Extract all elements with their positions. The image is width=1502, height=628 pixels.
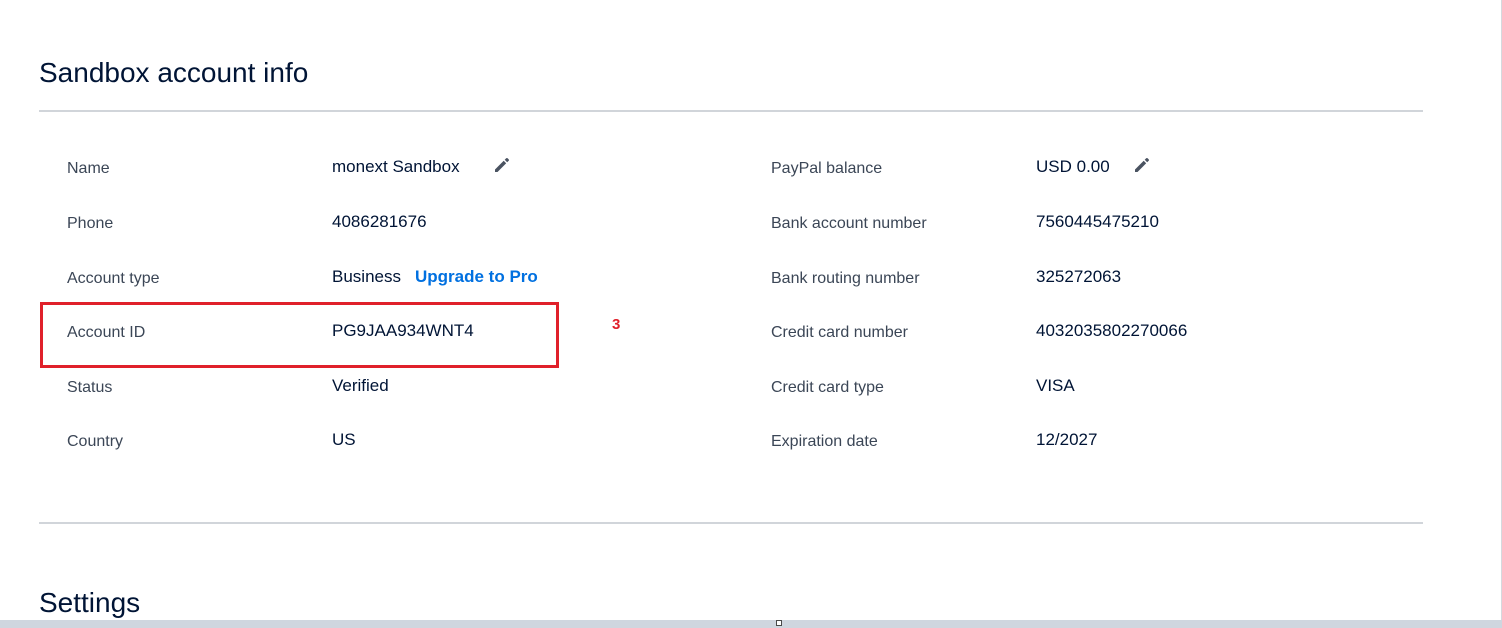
phone-label: Phone bbox=[67, 215, 114, 232]
page: Sandbox account info Name monext Sandbox… bbox=[0, 0, 1502, 628]
credit-card-type-label: Credit card type bbox=[771, 379, 884, 396]
divider-bottom bbox=[39, 522, 1423, 524]
bank-account-number-label: Bank account number bbox=[771, 215, 927, 232]
country-label: Country bbox=[67, 433, 124, 450]
upgrade-to-pro-link[interactable]: Upgrade to Pro bbox=[415, 268, 538, 285]
section-title-account-info: Sandbox account info bbox=[39, 57, 309, 88]
bank-account-number-value: 7560445475210 bbox=[1036, 212, 1159, 231]
edit-balance-pencil-icon[interactable] bbox=[1132, 155, 1152, 175]
pencil-icon bbox=[495, 158, 509, 172]
account-type-value: Business bbox=[332, 267, 401, 286]
account-id-label: Account ID bbox=[67, 324, 146, 341]
name-value: monext Sandbox bbox=[332, 157, 460, 176]
pencil-icon bbox=[1135, 158, 1149, 172]
country-value: US bbox=[332, 430, 356, 449]
expiration-date-value: 12/2027 bbox=[1036, 430, 1098, 449]
status-value: Verified bbox=[332, 376, 389, 395]
paypal-balance-value: USD 0.00 bbox=[1036, 157, 1110, 176]
account-id-value: PG9JAA934WNT4 bbox=[332, 321, 474, 340]
status-label: Status bbox=[67, 379, 113, 396]
credit-card-number-value: 4032035802270066 bbox=[1036, 321, 1188, 340]
paypal-balance-label: PayPal balance bbox=[771, 160, 883, 177]
annotation-number: 3 bbox=[612, 316, 621, 333]
account-type-label: Account type bbox=[67, 270, 160, 287]
credit-card-number-label: Credit card number bbox=[771, 324, 908, 341]
divider-top bbox=[39, 110, 1423, 112]
bank-routing-number-label: Bank routing number bbox=[771, 270, 920, 287]
name-label: Name bbox=[67, 160, 110, 177]
edit-name-pencil-icon[interactable] bbox=[492, 155, 512, 175]
window-bottom-edge bbox=[0, 620, 1502, 628]
credit-card-type-value: VISA bbox=[1036, 376, 1075, 395]
section-title-settings: Settings bbox=[39, 587, 141, 618]
resize-handle[interactable] bbox=[776, 620, 782, 626]
bank-routing-number-value: 325272063 bbox=[1036, 267, 1122, 286]
expiration-date-label: Expiration date bbox=[771, 433, 878, 450]
phone-value: 4086281676 bbox=[332, 212, 427, 231]
